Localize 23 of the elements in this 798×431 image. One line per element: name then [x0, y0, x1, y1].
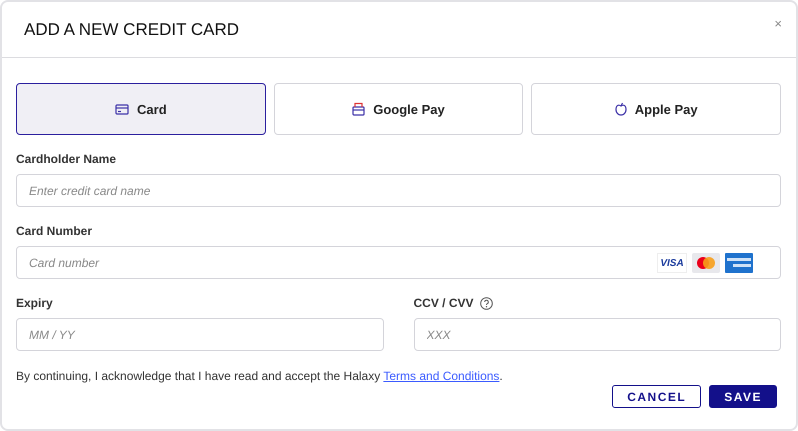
wallet-icon — [352, 102, 366, 116]
consent-text: By continuing, I acknowledge that I have read and accept the Halaxy Terms and Conditions. — [16, 369, 504, 383]
payment-method-tab[interactable]: Card — [16, 83, 266, 135]
mastercard-logo-icon — [692, 253, 720, 273]
terms-link[interactable]: Terms and Conditions — [383, 369, 500, 383]
save-button[interactable]: SAVE — [709, 385, 777, 408]
input-field[interactable]: XXX — [414, 318, 781, 351]
amex-logo-icon — [725, 253, 753, 273]
field-label: Cardholder Name — [16, 152, 118, 166]
apple-icon — [614, 102, 627, 116]
credit-card-icon — [115, 104, 130, 114]
payment-method-tab[interactable]: Google Pay — [274, 83, 524, 135]
help-icon[interactable] — [480, 296, 493, 310]
close-button[interactable]: × — [774, 16, 782, 31]
field-label: CCV / CVV — [414, 296, 474, 310]
field-label: Expiry — [16, 296, 53, 310]
payment-method-tab[interactable]: Apple Pay — [531, 83, 781, 135]
cancel-button[interactable]: CANCEL — [612, 385, 702, 408]
dialog-title: ADD A NEW CREDIT CARD — [24, 20, 240, 40]
field-label: Card Number — [16, 224, 94, 238]
input-field[interactable]: MM / YY — [16, 318, 384, 351]
visa-logo: VISA — [657, 253, 687, 273]
input-field[interactable]: Enter credit card name — [16, 174, 781, 207]
